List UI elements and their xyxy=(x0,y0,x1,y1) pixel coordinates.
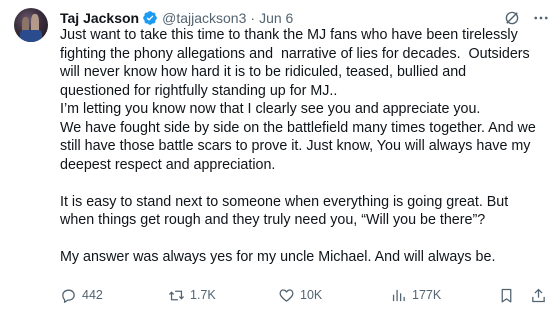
views-count: 177K xyxy=(412,288,442,302)
tweet: Taj Jackson @tajjackson3 · Jun 6 Just wa… xyxy=(0,0,560,315)
tweet-line: will never know how hard it is to be rid… xyxy=(60,64,467,80)
views-button[interactable]: 177K xyxy=(390,285,441,305)
bookmark-icon xyxy=(501,288,512,303)
avatar-figure xyxy=(22,17,29,31)
share-icon xyxy=(532,288,545,302)
repost-icon xyxy=(168,290,185,300)
tweet-line: Just want to take this time to thank the… xyxy=(60,27,518,43)
tweet-line: We have fought side by side on the battl… xyxy=(60,119,536,136)
like-button[interactable]: 10K xyxy=(278,285,322,305)
heart-icon xyxy=(279,288,294,302)
tweet-line: I’m letting you know now that I clearly … xyxy=(60,101,481,117)
reply-button[interactable]: 442 xyxy=(60,285,103,305)
tweet-line: questioned for rightfully standing up fo… xyxy=(60,82,338,99)
grok-icon[interactable] xyxy=(503,9,521,27)
reply-count: 442 xyxy=(82,288,103,302)
share-button[interactable] xyxy=(530,285,552,305)
action-bar: 442 1.7K 10K 177K xyxy=(60,285,548,305)
author-name[interactable]: Taj Jackson xyxy=(60,10,139,26)
tweet-header: Taj Jackson @tajjackson3 · Jun 6 xyxy=(60,9,293,27)
tweet-line: My answer was always yes for my uncle Mi… xyxy=(60,249,496,265)
repost-button[interactable]: 1.7K xyxy=(168,285,216,305)
reply-icon xyxy=(62,289,75,303)
bookmark-button[interactable] xyxy=(498,285,520,305)
verified-badge-icon[interactable] xyxy=(142,10,158,26)
author-handle[interactable]: @tajjackson3 xyxy=(162,10,246,26)
tweet-date[interactable]: Jun 6 xyxy=(259,10,293,26)
tweet-line: deepest respect and appreciation. xyxy=(60,156,276,173)
avatar-figure xyxy=(20,30,42,42)
like-count: 10K xyxy=(300,288,323,302)
avatar[interactable] xyxy=(14,8,48,42)
more-options-icon[interactable] xyxy=(532,9,550,27)
tweet-line: It is easy to stand next to someone when… xyxy=(60,193,509,210)
views-chart-icon xyxy=(392,289,405,301)
tweet-line: still have those battle scars to prove i… xyxy=(60,138,531,154)
tweet-text: Just want to take this time to thank the… xyxy=(60,26,546,267)
tweet-line: fighting the phony allegations and narra… xyxy=(60,45,530,62)
tweet-line: when things get rough and they truly nee… xyxy=(60,212,486,228)
repost-count: 1.7K xyxy=(190,288,216,302)
separator-dot: · xyxy=(250,10,256,26)
